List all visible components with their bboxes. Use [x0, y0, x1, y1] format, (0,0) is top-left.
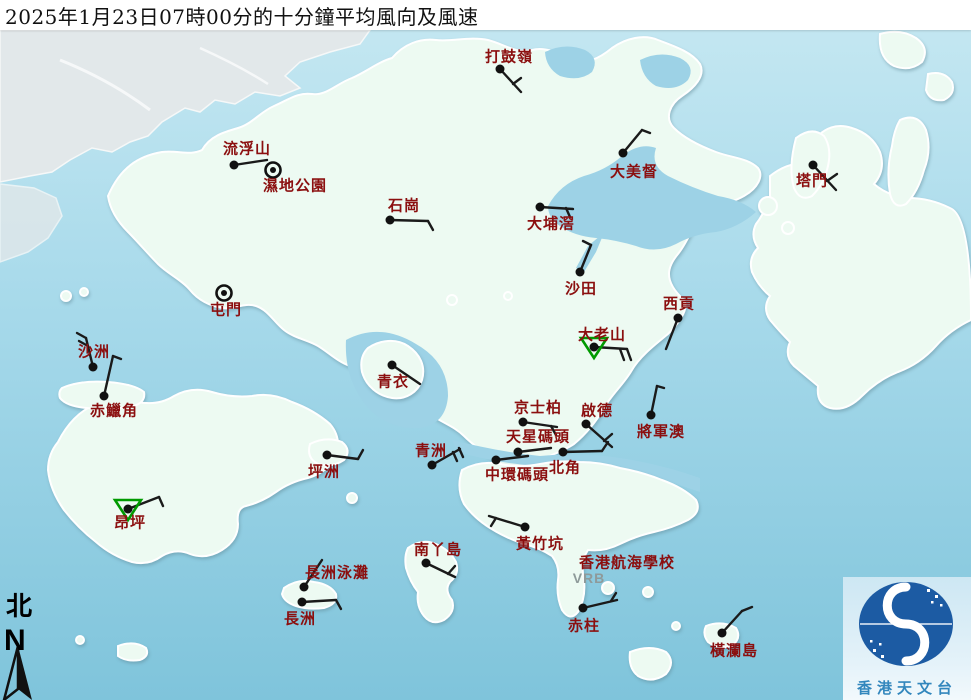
- station-dot: [297, 597, 307, 607]
- station-dot: [99, 391, 109, 401]
- station-dot: [673, 313, 683, 323]
- hong-kong-map: [0, 0, 971, 700]
- station-dot: [618, 148, 628, 158]
- station-dot: [589, 342, 599, 352]
- wind-map-screen: 打鼓嶺 流浮山 濕地公園 石崗 大美督 塔門 大埔滘 沙田 屯門 西貢 大老山 沙洲 青衣 赤鱲角 京士柏啟…: [0, 0, 971, 700]
- station-dot: [520, 522, 530, 532]
- north-letter: N: [4, 624, 26, 657]
- station-dot: [427, 460, 437, 470]
- station-dot: [518, 417, 528, 427]
- station-dot: [421, 558, 431, 568]
- station-dot: [581, 419, 591, 429]
- calm-dot: [221, 290, 227, 296]
- station-dot: [535, 202, 545, 212]
- station-dot: [558, 447, 568, 457]
- station-dot: [299, 582, 309, 592]
- calm-dot: [270, 167, 276, 173]
- station-dot: [123, 504, 133, 514]
- station-dot: [322, 450, 332, 460]
- station-dot: [88, 362, 98, 372]
- hko-logo-chinese: 香港天文台: [856, 679, 957, 697]
- station-dot: [717, 628, 727, 638]
- station-dot: [646, 410, 656, 420]
- hko-logo: 香港天文台 HONG KONG OBSERVATORY: [843, 577, 971, 700]
- station-dot: [578, 603, 588, 613]
- hko-logo-icon: [859, 582, 953, 666]
- title-bar: 2025年1月23日07時00分的十分鐘平均風向及風速: [0, 0, 971, 30]
- station-dot: [387, 360, 397, 370]
- wind-barb: [561, 449, 604, 454]
- map-title: 2025年1月23日07時00分的十分鐘平均風向及風速: [5, 4, 479, 29]
- station-dot: [229, 160, 239, 170]
- station-dot: [575, 267, 585, 277]
- wind-barb: [388, 218, 430, 223]
- station-dot: [385, 215, 395, 225]
- north-indicator: 北 N: [4, 586, 44, 658]
- station-dot: [808, 160, 818, 170]
- station-dot: [513, 447, 523, 457]
- north-hanzi: 北: [6, 592, 33, 622]
- station-dot: [495, 64, 505, 74]
- station-dot: [491, 455, 501, 465]
